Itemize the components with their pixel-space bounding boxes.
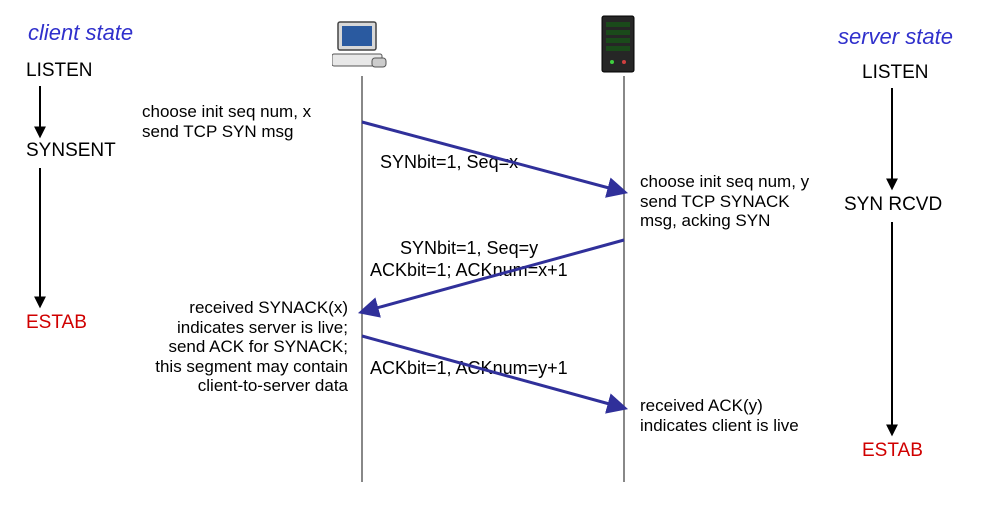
note-line: send TCP SYNACK [640,192,809,212]
note-line: choose init seq num, x [142,102,311,122]
server-icon [598,14,640,76]
synack-msg-line1: SYNbit=1, Seq=y [400,238,538,259]
syn-msg-label: SYNbit=1, Seq=x [380,152,518,173]
client-received-note: received SYNACK(x) indicates server is l… [128,298,348,396]
note-line: indicates client is live [640,416,799,436]
server-state-listen: LISTEN [862,62,929,84]
note-line: msg, acking SYN [640,211,809,231]
note-line: choose init seq num, y [640,172,809,192]
note-line: this segment may contain [128,357,348,377]
note-line: client-to-server data [128,376,348,396]
server-state-estab: ESTAB [862,440,923,462]
ack-msg-label: ACKbit=1, ACKnum=y+1 [370,358,568,379]
note-line: indicates server is live; [128,318,348,338]
server-state-synrcvd: SYN RCVD [844,194,942,216]
server-received-note: received ACK(y) indicates client is live [640,396,799,435]
client-state-header: client state [28,20,133,46]
note-line: received ACK(y) [640,396,799,416]
client-state-synsent: SYNSENT [26,140,116,162]
note-line: send ACK for SYNACK; [128,337,348,357]
note-line: received SYNACK(x) [128,298,348,318]
client-state-listen: LISTEN [26,60,93,82]
computer-icon [332,18,392,74]
client-choose-note: choose init seq num, x send TCP SYN msg [142,102,311,141]
server-state-header: server state [838,24,953,50]
synack-msg-line2: ACKbit=1; ACKnum=x+1 [370,260,568,281]
note-line: send TCP SYN msg [142,122,311,142]
server-choose-note: choose init seq num, y send TCP SYNACK m… [640,172,809,231]
client-state-estab: ESTAB [26,312,87,334]
